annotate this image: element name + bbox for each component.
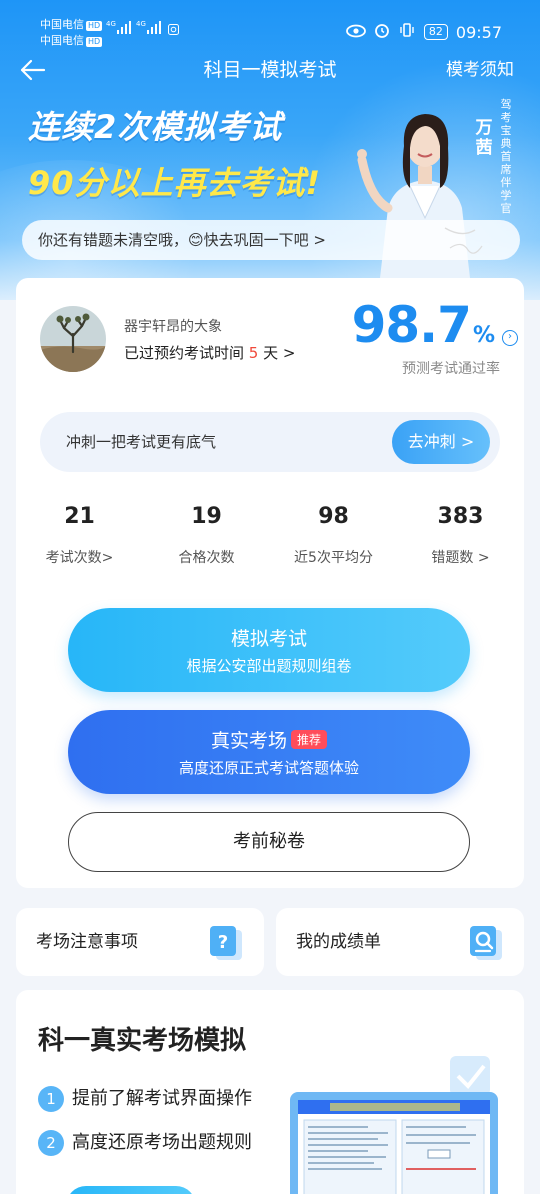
status-bar: 中国电信 HD 中国电信 HD 4G 4G 82 09:57 [0,0,540,50]
svg-text:4G: 4G [136,20,146,28]
spokesperson-title: 驾考宝典首席伴学官 [500,98,512,215]
stat-exam-count[interactable]: 21 考试次数> [16,504,143,567]
search-doc-icon [468,924,504,962]
my-scores-label: 我的成绩单 [296,932,381,952]
stats-row: 21 考试次数> 19 合格次数 98 近5次平均分 383 错题数 > [16,504,524,584]
real-exam-simulation-card: 科一真实考场模拟 1 提前了解考试界面操作 2 高度还原考场出题规则 [16,990,524,1194]
exam-summary-card: 器宇轩昂的大象 已过预约考试时间 5 天 > 98.7% › 预测考试通过率 冲… [16,278,524,888]
carrier-1: 中国电信 HD [40,18,103,31]
secret-paper-button[interactable]: 考前秘卷 [68,812,470,872]
signal-icon: 4G [106,18,132,39]
exam-countdown[interactable]: 已过预约考试时间 5 天 > [124,342,295,363]
banner-line-1: 连续2次模拟考试 [28,108,283,146]
carrier-2: 中国电信 HD [40,34,103,47]
pass-rate-label: 预测考试通过率 [402,361,500,377]
spokesperson-name: 万茜 [475,118,493,158]
svg-text:?: ? [218,932,228,953]
real-exam-button[interactable]: 真实考场 推荐 高度还原正式考试答题体验 [68,710,470,794]
my-scores-card[interactable]: 我的成绩单 [276,908,524,976]
sprint-text: 冲刺一把考试更有底气 [66,433,217,451]
svg-text:4G: 4G [106,20,116,28]
exam-notes-label: 考场注意事项 [36,932,138,952]
signal-icon-2: 4G [136,18,162,39]
recommend-badge: 推荐 [291,730,328,749]
stat-pass-count: 19 合格次数 [178,504,235,566]
nav-bar: 科目一模拟考试 模考须知 [0,56,540,84]
exam-notice-link[interactable]: 模考须知 [446,56,514,84]
pass-rate-value[interactable]: 98.7% [352,296,495,354]
sprint-button[interactable]: 去冲刺 > [392,420,490,464]
user-name: 器宇轩昂的大象 [124,319,222,335]
stat-wrong-count[interactable]: 383 错题数 > [397,504,524,567]
banner-line-2: 90分以上再去考试! [28,164,322,202]
start-simulation-button[interactable] [66,1186,196,1194]
alarm-icon [374,22,390,42]
question-doc-icon: ? [208,924,244,962]
stat-average-score: 98 近5次平均分 [294,504,373,566]
simulation-item: 1 提前了解考试界面操作 [38,1084,252,1112]
simulation-title: 科一真实考场模拟 [38,1026,247,1056]
wrong-question-tip[interactable]: 你还有错题未清空哦，😊快去巩固一下吧 > [22,220,520,260]
chevron-right-icon[interactable]: › [502,330,518,346]
simulation-item: 2 高度还原考场出题规则 [38,1128,252,1156]
battery-indicator: 82 [423,24,448,40]
eye-icon [345,23,366,42]
sprint-banner: 冲刺一把考试更有底气 去冲刺 > [40,412,500,472]
avatar[interactable] [40,306,106,372]
status-right: 82 09:57 [345,22,502,42]
clock-time: 09:57 [455,22,502,42]
app-notification-icon [168,24,179,38]
laptop-illustration [290,1056,500,1194]
vibrate-icon [398,22,416,42]
exam-notes-card[interactable]: 考场注意事项 ? [16,908,264,976]
mock-exam-button[interactable]: 模拟考试 根据公安部出题规则组卷 [68,608,470,692]
